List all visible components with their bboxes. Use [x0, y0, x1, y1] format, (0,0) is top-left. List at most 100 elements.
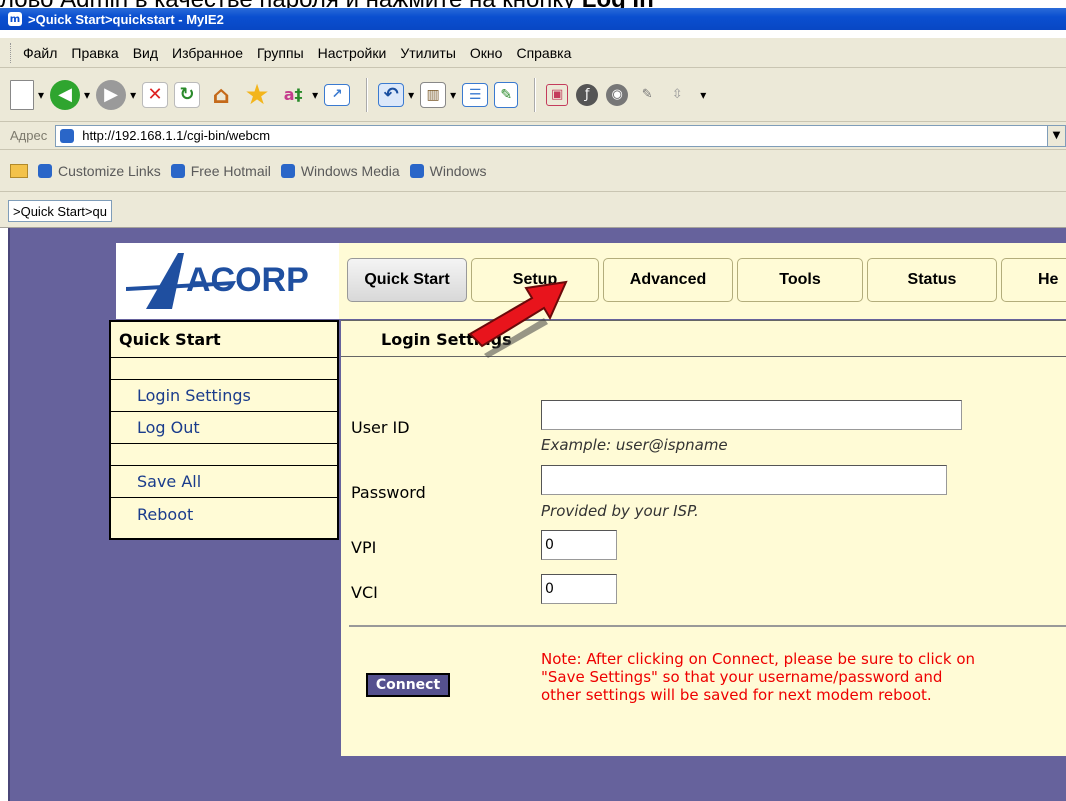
section-title-divider [341, 356, 1066, 357]
menu-settings[interactable]: Настройки [318, 45, 387, 61]
link-free-hotmail[interactable]: Free Hotmail [170, 162, 271, 179]
favorites-icon: ★ [244, 78, 270, 111]
sidebar: Quick Start Login Settings Log Out Save … [109, 320, 339, 540]
tab-bar: >Quick Start>qu [0, 192, 1066, 228]
image-icon[interactable]: ▣ [546, 83, 569, 106]
sidebar-spacer [111, 444, 337, 466]
myie2-icon: m [8, 12, 22, 26]
chevron-down-icon[interactable]: ▾ [450, 88, 456, 102]
vci-input[interactable] [541, 574, 617, 604]
undo-button[interactable]: ↶ ▾ [378, 82, 414, 107]
window-title: >Quick Start>quickstart - MyIE2 [28, 11, 224, 27]
toolbar-grip[interactable] [10, 42, 13, 63]
page-icon [170, 163, 185, 178]
link-label: Windows Media [300, 162, 400, 179]
nav-tools[interactable]: Tools [737, 258, 863, 302]
menu-window[interactable]: Окно [470, 45, 503, 61]
translate-button[interactable]: a ‡ ▾ [278, 80, 318, 110]
menu-favorites[interactable]: Избранное [172, 45, 243, 61]
address-input[interactable] [82, 128, 1063, 143]
sidebar-item-reboot[interactable]: Reboot [111, 498, 337, 530]
tools-button[interactable]: ▥ ▾ [420, 81, 456, 108]
address-label: Адрес [10, 128, 48, 143]
new-page-button[interactable]: ▾ [10, 79, 44, 110]
tools-icon: ▥ [420, 81, 447, 108]
password-input[interactable] [541, 465, 947, 495]
menu-file[interactable]: Файл [23, 45, 57, 61]
link-customize-links[interactable]: Customize Links [38, 163, 161, 179]
user-id-input[interactable] [541, 400, 962, 430]
link-label: Windows [429, 162, 487, 179]
window-titlebar: m >Quick Start>quickstart - MyIE2 [0, 8, 1066, 30]
user-id-label: User ID [351, 418, 410, 437]
address-field[interactable]: ▼ [55, 124, 1066, 147]
link-label: Free Hotmail [190, 162, 271, 179]
toolbar-separator [366, 77, 369, 112]
menu-utilities[interactable]: Утилиты [400, 45, 456, 61]
save-settings-note: Note: After clicking on Connect, please … [541, 650, 975, 704]
address-dropdown-arrow[interactable]: ▼ [1047, 125, 1065, 146]
home-button[interactable]: ⌂ [206, 80, 236, 110]
refresh-button[interactable]: ↻ [174, 81, 201, 108]
router-nav: Quick Start Setup Advanced Tools Status … [339, 243, 1066, 319]
password-hint: Provided by your ISP. [541, 502, 699, 520]
nav-status[interactable]: Status [867, 258, 997, 302]
sidebar-item-log-out[interactable]: Log Out [111, 412, 337, 444]
forward-icon: ▶ [96, 79, 127, 110]
edit-button[interactable]: ✎ [494, 81, 519, 108]
page-icon [409, 163, 424, 178]
chevron-down-icon[interactable]: ▾ [84, 88, 90, 102]
chevron-down-icon[interactable]: ▾ [700, 88, 706, 102]
list-icon: ☰ [462, 82, 489, 107]
fullscreen-button[interactable]: ↗ [324, 83, 351, 106]
edit-icon: ✎ [494, 81, 519, 108]
section-top-divider [341, 320, 1066, 321]
links-bar: Customize Links Free Hotmail Windows Med… [0, 150, 1066, 192]
address-bar: Адрес ▼ [0, 122, 1066, 150]
sound-icon[interactable]: ◉ [606, 83, 629, 106]
chevron-down-icon[interactable]: ▾ [312, 88, 318, 102]
menu-help[interactable]: Справка [516, 45, 571, 61]
password-label: Password [351, 483, 426, 502]
toolbar: ▾ ◀ ▾ ▶ ▾ ✕ ↻ ⌂ ★ a ‡ ▾ ↗ ↶ ▾ ▥ ▾ ☰ ✎ ▣ ƒ… [0, 68, 1066, 122]
nav-help[interactable]: He [1001, 258, 1066, 302]
vpi-input[interactable] [541, 530, 617, 560]
tab-quick-start[interactable]: >Quick Start>qu [8, 200, 112, 222]
page-icon [280, 163, 295, 178]
translate-icon: a ‡ [283, 85, 303, 104]
sidebar-heading: Quick Start [111, 322, 337, 358]
fullscreen-icon: ↗ [324, 83, 351, 106]
link-windows[interactable]: Windows [409, 162, 487, 179]
user-id-hint: Example: user@ispname [541, 436, 728, 454]
menu-groups[interactable]: Группы [257, 45, 304, 61]
main-panel: Login Settings User ID Example: user@isp… [341, 320, 1066, 756]
folder-icon[interactable] [10, 163, 28, 178]
link-windows-media[interactable]: Windows Media [280, 162, 400, 179]
content-left-edge [8, 228, 10, 801]
logo-text: ACORP [186, 261, 309, 299]
menu-view[interactable]: Вид [133, 45, 158, 61]
chevron-down-icon[interactable]: ▾ [38, 88, 44, 102]
list-button[interactable]: ☰ [462, 82, 489, 107]
refresh-icon: ↻ [174, 81, 201, 108]
nav-advanced[interactable]: Advanced [603, 258, 733, 302]
favorites-button[interactable]: ★ [242, 78, 272, 111]
link-label: Customize Links [58, 162, 161, 179]
forward-button[interactable]: ▶ ▾ [96, 79, 136, 110]
sidebar-item-save-all[interactable]: Save All [111, 466, 337, 498]
page-icon [38, 163, 52, 178]
nav-quick-start[interactable]: Quick Start [347, 258, 467, 302]
new-page-icon [10, 79, 34, 110]
flash-icon[interactable]: ƒ [576, 83, 599, 106]
sidebar-item-login-settings[interactable]: Login Settings [111, 380, 337, 412]
chevron-down-icon[interactable]: ▾ [408, 88, 414, 102]
chevron-down-icon[interactable]: ▾ [130, 88, 136, 102]
stop-button[interactable]: ✕ [142, 81, 169, 108]
undo-icon: ↶ [378, 82, 405, 107]
arrows-icon[interactable]: ⇳ [666, 84, 688, 106]
menu-edit[interactable]: Правка [71, 45, 118, 61]
connect-button[interactable]: Connect [366, 673, 450, 697]
brush-icon[interactable]: ✎ [636, 84, 658, 106]
form-divider [349, 625, 1066, 627]
back-button[interactable]: ◀ ▾ [50, 79, 90, 110]
